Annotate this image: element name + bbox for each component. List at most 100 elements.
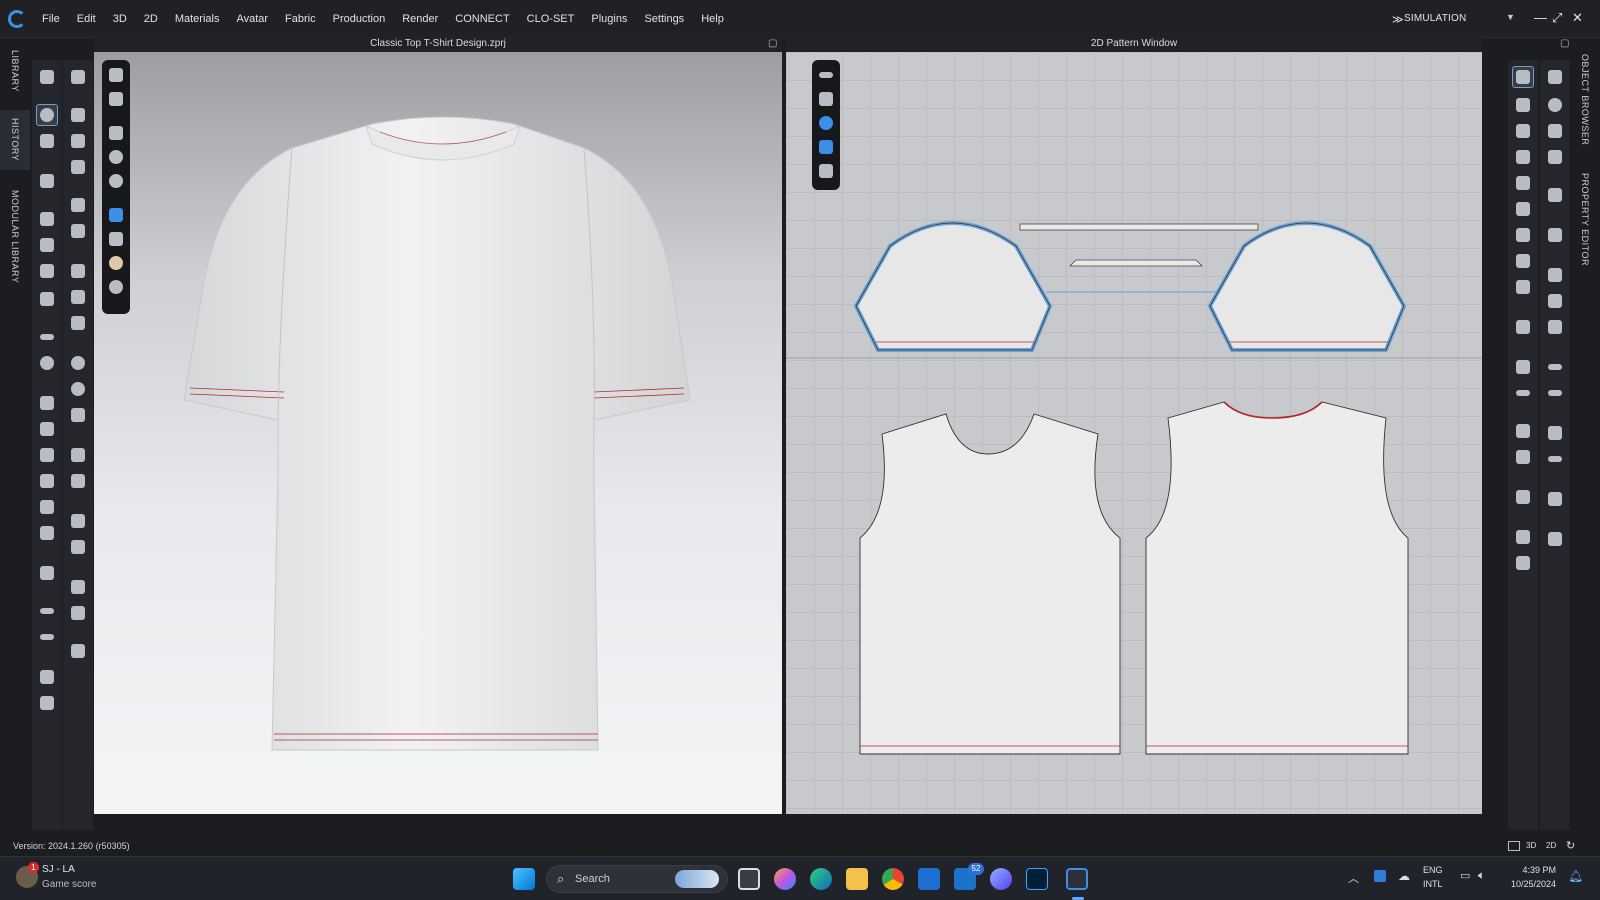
texture-transform-2d-icon[interactable] [1512, 552, 1534, 574]
volume-icon[interactable]: 🔈︎ [1478, 868, 1485, 883]
mode-selector[interactable]: SIMULATION [1404, 13, 1466, 24]
rectangle-icon[interactable] [1512, 146, 1534, 168]
tack-icon[interactable] [36, 234, 58, 256]
garment-2d-icon[interactable] [1544, 316, 1566, 338]
fabric-view-icon[interactable] [105, 228, 127, 250]
close-icon[interactable]: ✕ [1572, 10, 1583, 26]
graphic-select-icon[interactable] [67, 470, 89, 492]
menu-avatar[interactable]: Avatar [236, 13, 268, 25]
pen-icon[interactable] [815, 64, 837, 86]
grid-icon[interactable] [1512, 486, 1534, 508]
stitch-length-icon[interactable] [1544, 448, 1566, 470]
edit-pattern-icon[interactable] [36, 130, 58, 152]
zipper-icon[interactable] [36, 352, 58, 374]
texture-transform-icon[interactable] [67, 536, 89, 558]
tab-history[interactable]: HISTORY [0, 110, 30, 170]
garment-fit-icon[interactable] [36, 260, 58, 282]
keyboard-layout[interactable]: INTL [1423, 879, 1443, 889]
menu-connect[interactable]: CONNECT [455, 13, 509, 25]
chrome-icon[interactable] [882, 868, 904, 890]
hanger-icon[interactable] [36, 666, 58, 688]
copilot-icon[interactable] [774, 868, 796, 890]
texture-view-icon[interactable] [105, 204, 127, 226]
avatar-pose-icon[interactable] [67, 66, 89, 88]
edge-icon[interactable] [810, 868, 832, 890]
menu-clo-set[interactable]: CLO-SET [527, 13, 575, 25]
avatar-icon[interactable] [105, 170, 127, 192]
texture-edit-icon[interactable] [67, 510, 89, 532]
skin-view-icon[interactable] [105, 252, 127, 274]
seam-allowance-icon[interactable] [1512, 276, 1534, 298]
menu-plugins[interactable]: Plugins [591, 13, 627, 25]
menu-file[interactable]: File [42, 13, 60, 25]
menu-3d[interactable]: 3D [113, 13, 127, 25]
internal-polygon-icon[interactable] [1512, 172, 1534, 194]
chevron-up-icon[interactable]: ︿ [1348, 870, 1359, 886]
expand-2d-icon[interactable]: ▢ [1560, 38, 1569, 49]
free-sewing-icon[interactable] [1512, 382, 1534, 404]
menu-help[interactable]: Help [701, 13, 724, 25]
buttonhole-icon[interactable] [36, 522, 58, 544]
puckering-icon[interactable] [36, 418, 58, 440]
pleat-fold-icon[interactable] [1544, 290, 1566, 312]
clo-app-icon[interactable] [990, 868, 1012, 890]
transform-icon[interactable] [67, 104, 89, 126]
table-icon[interactable] [1544, 528, 1566, 550]
select-button-icon[interactable] [67, 404, 89, 426]
garment-icon[interactable] [815, 160, 837, 182]
window-3d-viewport[interactable] [94, 52, 782, 814]
clo-logo-icon[interactable] [8, 10, 26, 28]
info-icon[interactable] [815, 112, 837, 134]
expand-3d-icon[interactable]: ▢ [768, 38, 777, 49]
ruler-icon[interactable] [36, 626, 58, 648]
edit-pattern-2d-icon[interactable] [1512, 66, 1534, 88]
photoshop-icon[interactable] [1026, 868, 1048, 890]
topstitch-icon[interactable] [36, 392, 58, 414]
menu-production[interactable]: Production [333, 13, 386, 25]
flatten-icon[interactable] [67, 156, 89, 178]
bell-icon[interactable]: 🔔︎ [1568, 869, 1583, 883]
tab-property-editor[interactable]: PROPERTY EDITOR [1570, 168, 1600, 272]
tab-modular-library[interactable]: MODULAR LIBRARY [0, 182, 30, 292]
fold-2d-icon[interactable] [1544, 184, 1566, 206]
trim-icon[interactable] [36, 562, 58, 584]
view-3d-icon[interactable]: 3D [1526, 841, 1536, 850]
shirring-icon[interactable] [36, 470, 58, 492]
segment-sewing-icon[interactable] [1512, 356, 1534, 378]
restore-icon[interactable]: ⤢ [1552, 10, 1562, 26]
text-icon[interactable] [1512, 420, 1534, 442]
file-explorer-icon[interactable] [846, 868, 868, 890]
menu-settings[interactable]: Settings [644, 13, 684, 25]
clock-time[interactable]: 4:39 PM [1506, 865, 1556, 875]
binding-icon[interactable] [1512, 316, 1534, 338]
menu-2d[interactable]: 2D [144, 13, 158, 25]
language-indicator[interactable]: ENG [1423, 865, 1443, 875]
game-widget-title[interactable]: SJ - LA [42, 864, 75, 875]
seamline-icon[interactable] [67, 260, 89, 282]
texture-icon[interactable] [815, 136, 837, 158]
piece-layer-icon[interactable] [67, 312, 89, 334]
windows-start-icon[interactable] [513, 868, 535, 890]
tape-icon[interactable] [36, 600, 58, 622]
curve-point-icon[interactable] [1544, 120, 1566, 142]
polygon-icon[interactable] [1512, 120, 1534, 142]
garment-view-icon[interactable] [105, 88, 127, 110]
globe-icon[interactable] [105, 276, 127, 298]
add-point-icon[interactable] [1544, 146, 1566, 168]
menu-fabric[interactable]: Fabric [285, 13, 316, 25]
strengthen-icon[interactable] [67, 194, 89, 216]
graphic-icon[interactable] [67, 444, 89, 466]
shirt-icon[interactable] [105, 122, 127, 144]
view-2d-icon[interactable]: 2D [1546, 841, 1556, 850]
button-view-icon[interactable] [105, 146, 127, 168]
avatar-measure-icon[interactable] [36, 288, 58, 310]
tuck-icon[interactable] [67, 640, 89, 662]
taskbar-search[interactable]: ⌕ Search [546, 865, 728, 893]
annotation-icon[interactable] [1512, 446, 1534, 468]
texture-2d-icon[interactable] [1512, 526, 1534, 548]
fabric-icon[interactable] [36, 692, 58, 714]
tray-app-icon[interactable] [1374, 870, 1386, 882]
dart-icon[interactable] [1512, 224, 1534, 246]
steam-icon[interactable] [67, 220, 89, 242]
avatar-pose-2d-icon[interactable] [1544, 66, 1566, 88]
